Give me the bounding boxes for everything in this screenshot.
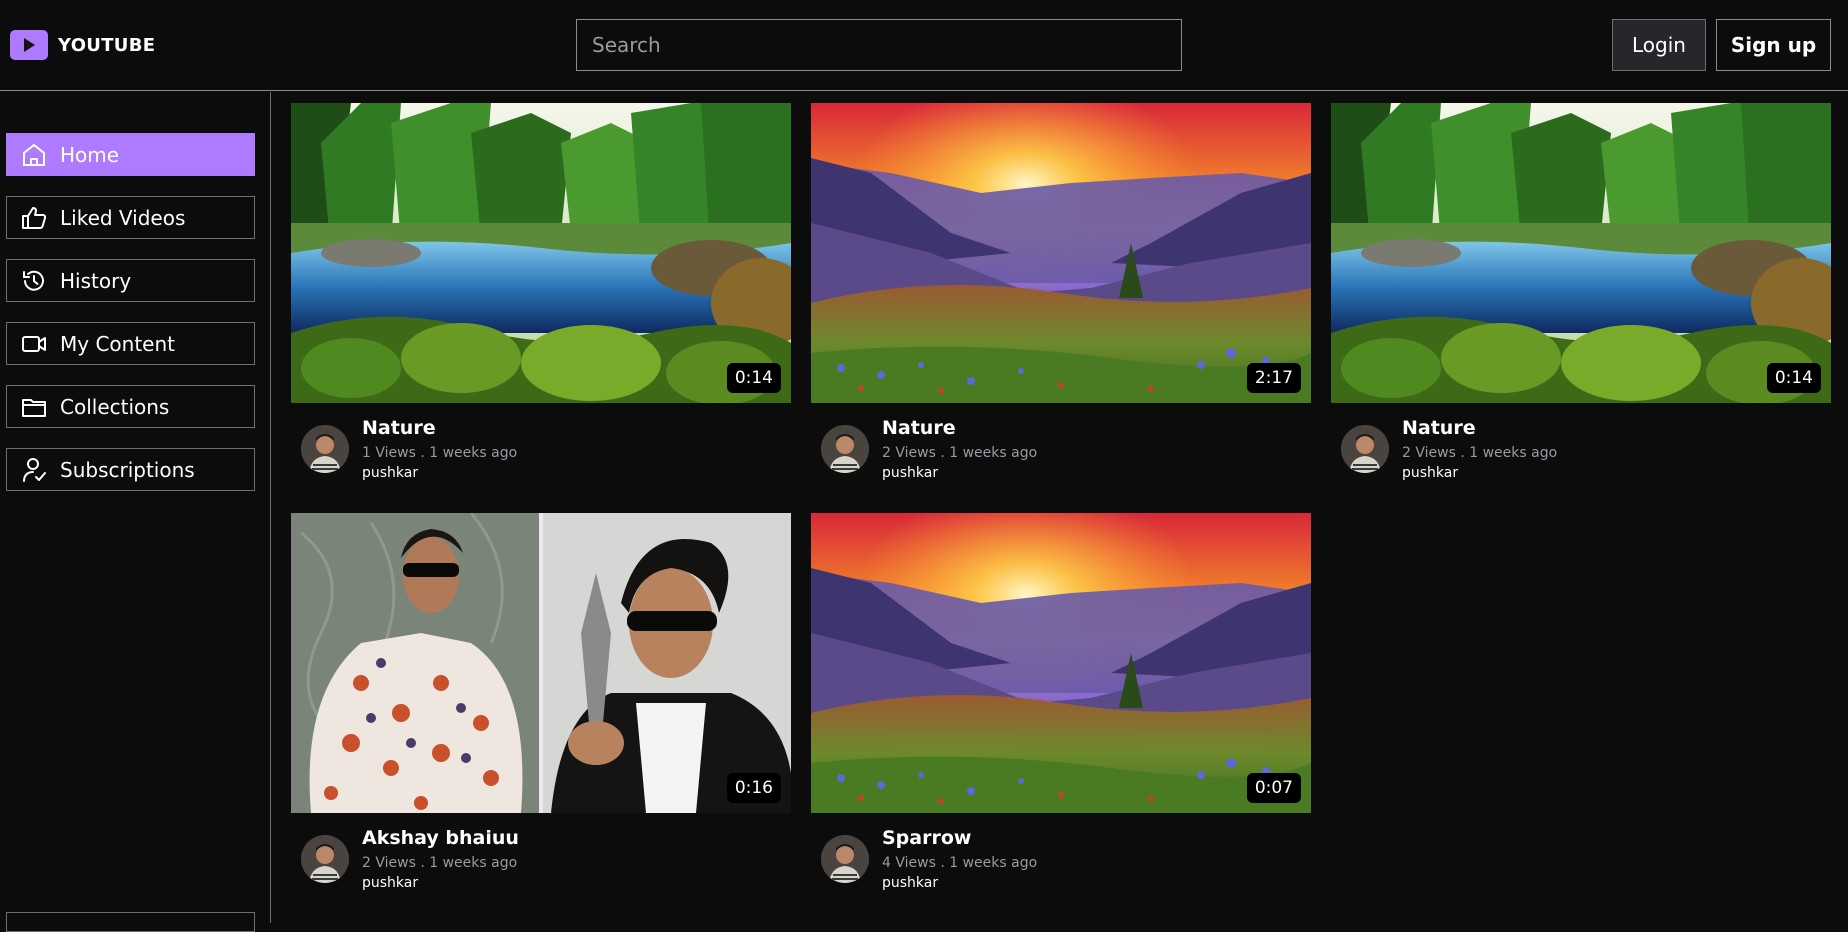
sidebar-item-home[interactable]: Home bbox=[6, 133, 255, 176]
video-meta: Akshay bhaiuu 2 Views . 1 weeks ago push… bbox=[291, 813, 791, 895]
duration-badge: 0:14 bbox=[1766, 363, 1821, 393]
avatar[interactable] bbox=[301, 425, 349, 473]
sidebar-item-label: History bbox=[60, 268, 132, 293]
video-card[interactable]: 0:07 Sparrow 4 Views . 1 weeks ago pushk… bbox=[811, 513, 1311, 895]
history-icon bbox=[23, 270, 44, 291]
sidebar-item-label: My Content bbox=[60, 331, 175, 356]
sidebar: Home Liked Videos History My Content Col… bbox=[0, 92, 271, 932]
video-stats: 2 Views . 1 weeks ago bbox=[882, 445, 1038, 461]
video-camera-icon bbox=[22, 335, 46, 352]
video-meta: Nature 1 Views . 1 weeks ago pushkar bbox=[291, 403, 791, 485]
video-card[interactable]: 2:17 Nature 2 Views . 1 weeks ago pushka… bbox=[811, 103, 1311, 485]
video-thumbnail[interactable]: 0:14 bbox=[291, 103, 791, 403]
video-card[interactable]: 0:14 Nature 1 Views . 1 weeks ago pushka… bbox=[291, 103, 791, 485]
two-men-sunglasses-thumbnail bbox=[291, 513, 791, 813]
sidebar-item-collections[interactable]: Collections bbox=[6, 385, 255, 428]
video-stats: 4 Views . 1 weeks ago bbox=[882, 855, 1038, 871]
forest-river-thumbnail bbox=[1331, 103, 1831, 403]
home-icon bbox=[23, 143, 45, 166]
channel-name[interactable]: pushkar bbox=[1402, 465, 1458, 481]
video-card[interactable]: 0:16 Akshay bhaiuu 2 Views . 1 weeks ago… bbox=[291, 513, 791, 895]
duration-badge: 0:07 bbox=[1246, 773, 1301, 803]
video-thumbnail[interactable]: 0:16 bbox=[291, 513, 791, 813]
channel-name[interactable]: pushkar bbox=[362, 465, 418, 481]
video-thumbnail[interactable]: 2:17 bbox=[811, 103, 1311, 403]
video-title[interactable]: Akshay bhaiuu bbox=[362, 827, 519, 849]
sidebar-item-label: Home bbox=[60, 142, 120, 167]
sidebar-item-label: Collections bbox=[60, 394, 170, 419]
video-thumbnail[interactable]: 0:07 bbox=[811, 513, 1311, 813]
duration-badge: 2:17 bbox=[1246, 363, 1301, 393]
channel-name[interactable]: pushkar bbox=[362, 875, 418, 891]
forest-river-thumbnail bbox=[291, 103, 791, 403]
sidebar-item-label: Liked Videos bbox=[60, 205, 186, 230]
video-meta: Nature 2 Views . 1 weeks ago pushkar bbox=[811, 403, 1311, 485]
sidebar-item-my-content[interactable]: My Content bbox=[6, 322, 255, 365]
avatar[interactable] bbox=[1341, 425, 1389, 473]
user-check-icon bbox=[23, 457, 46, 482]
video-stats: 1 Views . 1 weeks ago bbox=[362, 445, 518, 461]
avatar[interactable] bbox=[821, 425, 869, 473]
avatar[interactable] bbox=[821, 835, 869, 883]
avatar[interactable] bbox=[301, 835, 349, 883]
video-thumbnail[interactable]: 0:14 bbox=[1331, 103, 1831, 403]
top-bar: YOUTUBE Login Sign up bbox=[0, 0, 1848, 91]
video-title[interactable]: Sparrow bbox=[882, 827, 971, 849]
mountain-sunset-thumbnail bbox=[811, 513, 1311, 813]
video-stats: 2 Views . 1 weeks ago bbox=[1402, 445, 1558, 461]
channel-name[interactable]: pushkar bbox=[882, 465, 938, 481]
signup-button[interactable]: Sign up bbox=[1716, 19, 1831, 71]
video-meta: Nature 2 Views . 1 weeks ago pushkar bbox=[1331, 403, 1831, 485]
channel-name[interactable]: pushkar bbox=[882, 875, 938, 891]
play-icon bbox=[10, 30, 48, 60]
duration-badge: 0:16 bbox=[726, 773, 781, 803]
sidebar-item-liked-videos[interactable]: Liked Videos bbox=[6, 196, 255, 239]
video-title[interactable]: Nature bbox=[362, 417, 436, 439]
thumbs-up-icon bbox=[22, 206, 47, 229]
sidebar-item-label: Subscriptions bbox=[60, 457, 195, 482]
duration-badge: 0:14 bbox=[726, 363, 781, 393]
sidebar-bottom-item[interactable] bbox=[6, 912, 255, 932]
search-input[interactable] bbox=[576, 19, 1182, 71]
video-card[interactable]: 0:14 Nature 2 Views . 1 weeks ago pushka… bbox=[1331, 103, 1831, 485]
sidebar-item-subscriptions[interactable]: Subscriptions bbox=[6, 448, 255, 491]
video-title[interactable]: Nature bbox=[1402, 417, 1476, 439]
sidebar-item-history[interactable]: History bbox=[6, 259, 255, 302]
video-stats: 2 Views . 1 weeks ago bbox=[362, 855, 518, 871]
video-meta: Sparrow 4 Views . 1 weeks ago pushkar bbox=[811, 813, 1311, 895]
logo[interactable]: YOUTUBE bbox=[10, 30, 155, 60]
video-title[interactable]: Nature bbox=[882, 417, 956, 439]
logo-text: YOUTUBE bbox=[58, 34, 156, 56]
mountain-sunset-thumbnail bbox=[811, 103, 1311, 403]
login-button[interactable]: Login bbox=[1612, 19, 1706, 71]
folder-icon bbox=[22, 398, 46, 417]
